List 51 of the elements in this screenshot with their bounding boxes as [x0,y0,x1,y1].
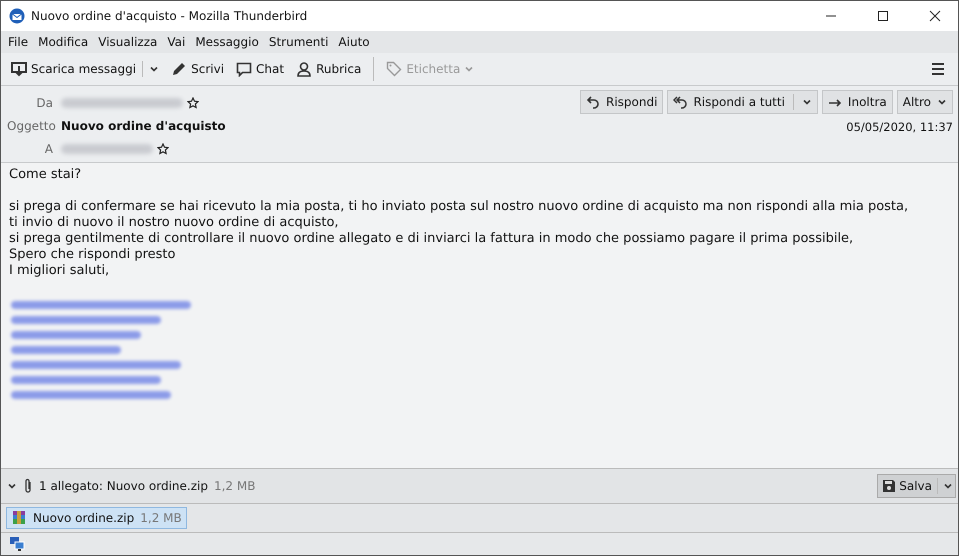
message-line: Spero che rispondi presto [9,247,176,263]
star-icon[interactable] [187,97,199,109]
expand-icon[interactable] [7,481,17,491]
toolbar-button[interactable]: Chat [232,58,288,80]
paperclip-icon [23,478,33,494]
message-line: ti invio di nuovo il nostro nuovo ordine di acquisto, [9,215,340,231]
reply-button[interactable]: Rispondi a tutti [667,90,818,114]
toolbar-button[interactable]: Scarica messaggi [7,58,164,80]
subject-text: Nuovo ordine d'acquisto [61,119,226,133]
attachment-summary: 1 allegato: Nuovo ordine.zip [39,479,208,493]
contacts-icon [296,61,312,77]
menu-item[interactable]: Vai [162,35,190,49]
save-button[interactable]: Salva [877,474,956,498]
tag-icon [386,61,402,77]
app-logo-icon [9,8,25,24]
caret-icon [937,97,947,107]
reply-button[interactable]: Rispondi [580,90,664,114]
archive-file-icon [11,510,27,526]
caret-icon [149,64,160,74]
field-label: Oggetto [7,119,53,133]
toolbar-button[interactable]: Rubrica [292,58,366,80]
field-label: A [44,142,53,156]
attachment-item[interactable]: Nuovo ordine.zip 1,2 MB [6,507,187,529]
star-icon[interactable] [157,143,169,155]
message-line: si prega di confermare se hai ricevuto la mia posta, ti ho inviato posta sul nostro nuovo ordine di acquisto ma non rispondi alla mia posta, [9,199,910,215]
pencil-icon [171,61,188,77]
caret-icon [943,481,953,491]
menu-item[interactable]: File [3,35,34,49]
date-text: 05/05/2020, 11:37 [846,120,953,134]
menu-item[interactable]: Aiuto [333,35,375,49]
reply-button[interactable]: Inoltra [822,90,893,114]
toolbar-button[interactable]: Scrivi [167,58,228,80]
chat-bubble-icon [236,61,252,77]
window-title: Nuovo ordine d'acquisto - Mozilla Thunderbird [31,9,308,23]
menu-item[interactable]: Strumenti [264,35,334,49]
network-icon[interactable] [9,536,25,552]
message-line: I migliori saluti, [9,263,110,279]
caret-icon [802,97,812,107]
menu-item[interactable]: Modifica [33,35,94,49]
message-line: Come stai? [9,167,82,183]
download-icon [11,61,27,77]
reply-icon [586,95,600,109]
menu-item[interactable]: Visualizza [93,35,162,49]
menu-icon[interactable] [930,61,946,77]
caret-icon [464,64,474,74]
attachment-size: 1,2 MB [214,479,256,493]
field-label: Da [35,96,53,110]
more-button[interactable]: Altro [896,90,953,114]
message-line: si prega gentilmente di controllare il nuovo ordine allegato e di inviarci la fattura in modo che possiamo pagare il prima possibile, [9,231,854,247]
menu-item[interactable]: Messaggio [190,35,264,49]
reply-all-icon [673,95,688,109]
